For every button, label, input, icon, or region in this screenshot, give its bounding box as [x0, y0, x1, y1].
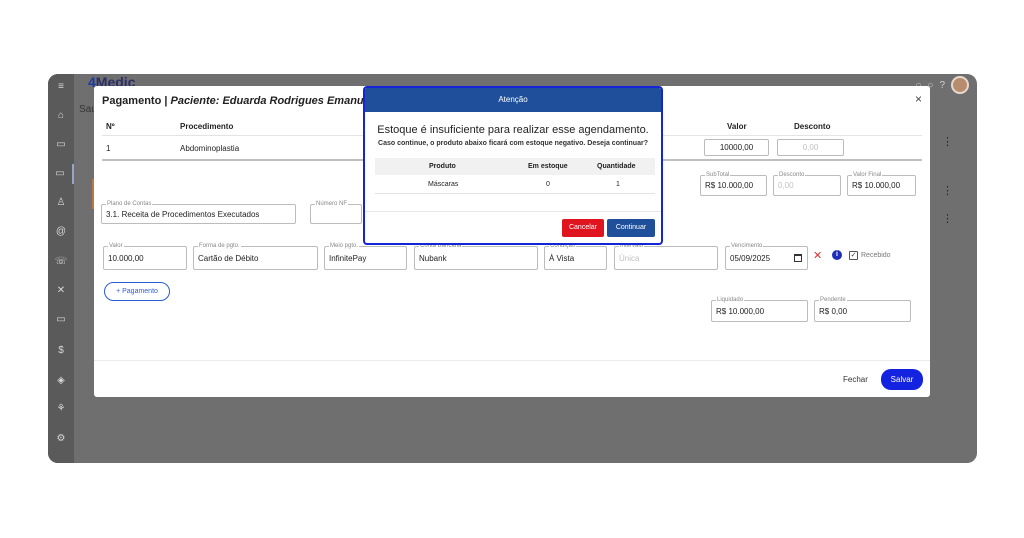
- add-payment-button[interactable]: + Pagamento: [104, 282, 170, 301]
- condicao-field[interactable]: Condição À Vista: [544, 242, 607, 270]
- divider: [365, 211, 661, 212]
- intervalo-field[interactable]: Intervalo Única: [614, 242, 718, 270]
- dollar-icon[interactable]: $: [48, 341, 74, 361]
- cancel-button[interactable]: Cancelar: [562, 219, 604, 237]
- valor-input[interactable]: 10000,00: [704, 139, 769, 156]
- conta-bancaria-field[interactable]: Conta Bancária Nubank: [414, 242, 538, 270]
- continue-button[interactable]: Continuar: [607, 219, 655, 237]
- divider: [94, 360, 930, 361]
- modal-title: Pagamento | Paciente: Eduarda Rodrigues …: [102, 95, 373, 107]
- alert-row-produto: Máscaras: [428, 181, 459, 188]
- pendente-field: Pendente R$ 0,00: [814, 296, 911, 322]
- avatar[interactable]: [951, 76, 969, 94]
- info-icon[interactable]: i: [832, 250, 842, 260]
- calendar-alt-icon[interactable]: ▭: [48, 310, 74, 330]
- more-options-icon[interactable]: ⋮: [930, 180, 965, 202]
- col-header-desconto: Desconto: [794, 122, 831, 131]
- row-number: 1: [106, 144, 111, 153]
- vencimento-field[interactable]: Vencimento 05/09/2025: [725, 242, 808, 270]
- stock-alert-dialog: Atenção Estoque é insuficiente para real…: [363, 86, 663, 245]
- alert-submessage: Caso continue, o produto abaixo ficará c…: [378, 140, 648, 147]
- alert-col-quantidade: Quantidade: [597, 163, 636, 170]
- recebido-label: Recebido: [861, 252, 891, 259]
- help-icon[interactable]: ?: [939, 80, 945, 91]
- alert-message: Estoque é insuficiente para realizar ess…: [377, 124, 649, 136]
- desconto-total-field[interactable]: Desconto 0,00: [773, 171, 841, 196]
- alert-col-produto: Produto: [429, 163, 456, 170]
- valor-field[interactable]: Valor 10.000,00: [103, 242, 187, 270]
- cube-icon[interactable]: ◈: [48, 371, 74, 391]
- numero-nf-field[interactable]: Número NF: [310, 200, 362, 224]
- alert-row-estoque: 0: [546, 181, 550, 188]
- remove-icon[interactable]: ✕: [813, 249, 822, 262]
- meio-pagamento-field[interactable]: Meio pgto. InfinitePay: [324, 242, 407, 270]
- col-header-procedimento: Procedimento: [180, 122, 234, 131]
- liquidado-field: Liquidado R$ 10.000,00: [711, 296, 808, 322]
- alert-row-quantidade: 1: [616, 181, 620, 188]
- inbox-icon[interactable]: ▭: [48, 164, 74, 184]
- plano-contas-field[interactable]: Plano de Contas 3.1. Receita de Procedime…: [101, 200, 296, 224]
- more-options-icon[interactable]: ⋮: [930, 131, 965, 153]
- shuffle-icon[interactable]: ✕: [48, 281, 74, 301]
- phone-icon[interactable]: ☏: [48, 252, 74, 272]
- row-procedimento: Abdominoplastia: [180, 144, 240, 153]
- valor-final-field: Valor Final R$ 10.000,00: [847, 171, 916, 196]
- at-icon[interactable]: @: [48, 222, 74, 242]
- more-options-icon[interactable]: ⋮: [930, 208, 965, 230]
- subtotal-field: SubTotal R$ 10.000,00: [700, 171, 767, 196]
- alert-title: Atenção: [365, 88, 661, 112]
- recebido-checkbox[interactable]: ✓: [849, 251, 858, 260]
- desconto-input[interactable]: 0,00: [777, 139, 844, 156]
- close-icon[interactable]: ×: [915, 92, 922, 106]
- alert-col-estoque: Em estoque: [528, 163, 568, 170]
- calendar-icon[interactable]: ▭: [48, 135, 74, 155]
- menu-icon[interactable]: ≡: [48, 77, 74, 97]
- fechar-button[interactable]: Fechar: [843, 375, 868, 384]
- divider: [375, 193, 655, 194]
- salvar-button[interactable]: Salvar: [881, 369, 923, 390]
- home-icon[interactable]: ⌂: [48, 106, 74, 126]
- col-header-valor: Valor: [727, 122, 747, 131]
- chart-icon[interactable]: ⚘: [48, 399, 74, 419]
- forma-pagamento-field[interactable]: Forma de pgto. Cartão de Débito: [193, 242, 318, 270]
- calendar-icon[interactable]: [794, 254, 802, 262]
- settings-icon[interactable]: ⚙: [48, 429, 74, 449]
- user-icon[interactable]: ♙: [48, 193, 74, 213]
- col-header-n: Nº: [106, 122, 115, 131]
- sidebar-rail: ≡ ⌂ ▭ ▭ ♙ @ ☏ ✕ ▭ $ ◈ ⚘ ⚙: [48, 74, 74, 463]
